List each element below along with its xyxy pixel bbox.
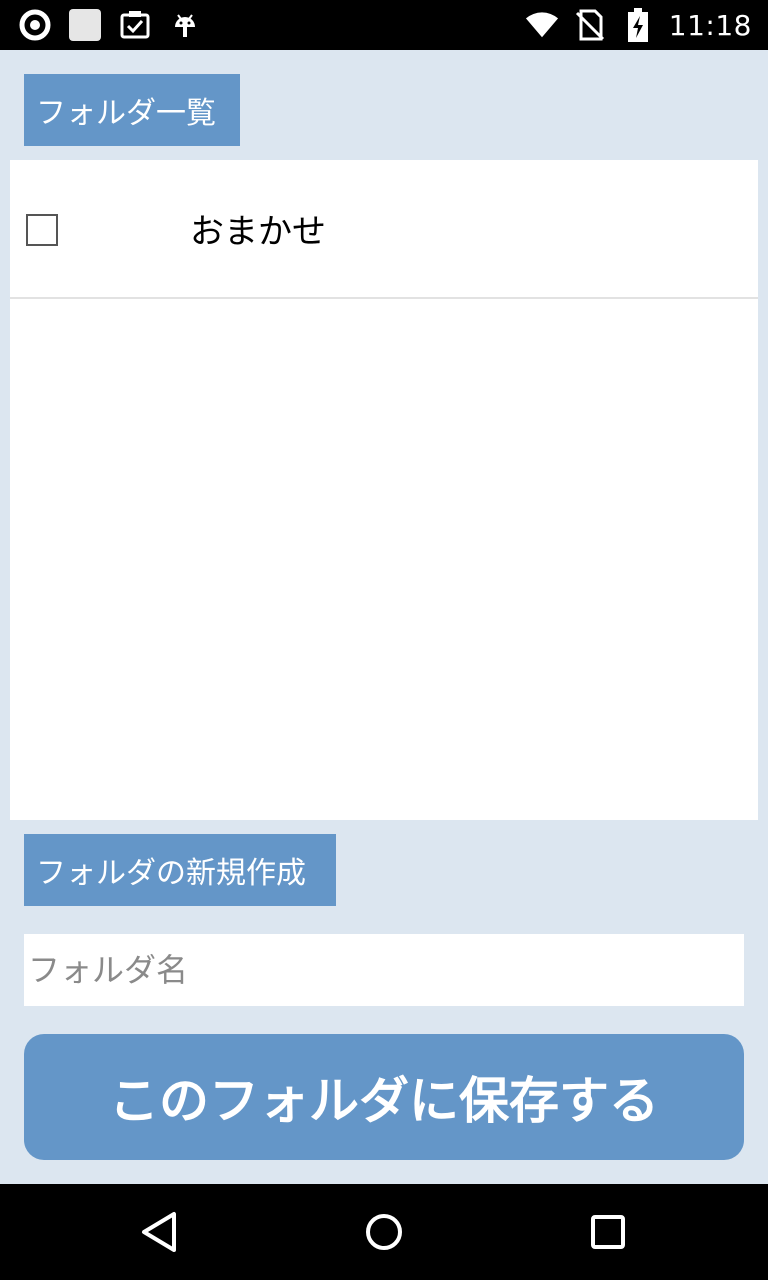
no-sim-icon (573, 8, 607, 42)
home-icon[interactable] (360, 1208, 408, 1256)
folder-checkbox[interactable] (26, 214, 58, 246)
system-icons: 11:18 (525, 7, 752, 43)
battery-charging-icon (621, 8, 655, 42)
navigation-bar (0, 1184, 768, 1280)
save-to-folder-button[interactable]: このフォルダに保存する (24, 1034, 744, 1160)
clock: 11:18 (668, 8, 752, 42)
status-bar: 11:18 (0, 0, 768, 50)
new-folder-header: フォルダの新規作成 (24, 834, 336, 906)
folder-list: おまかせ (10, 160, 758, 820)
back-icon[interactable] (136, 1208, 184, 1256)
recent-apps-icon[interactable] (584, 1208, 632, 1256)
folder-list-header: フォルダ一覧 (24, 74, 240, 146)
clipboard-check-icon (118, 8, 152, 42)
folder-name-input[interactable] (24, 934, 744, 1006)
image-placeholder-icon (68, 8, 102, 42)
folder-row[interactable]: おまかせ (10, 160, 758, 299)
app-notification-icon (18, 8, 52, 42)
folder-name: おまかせ (190, 212, 326, 252)
android-icon (168, 8, 202, 42)
notification-icons (18, 7, 202, 43)
wifi-icon (525, 8, 559, 42)
